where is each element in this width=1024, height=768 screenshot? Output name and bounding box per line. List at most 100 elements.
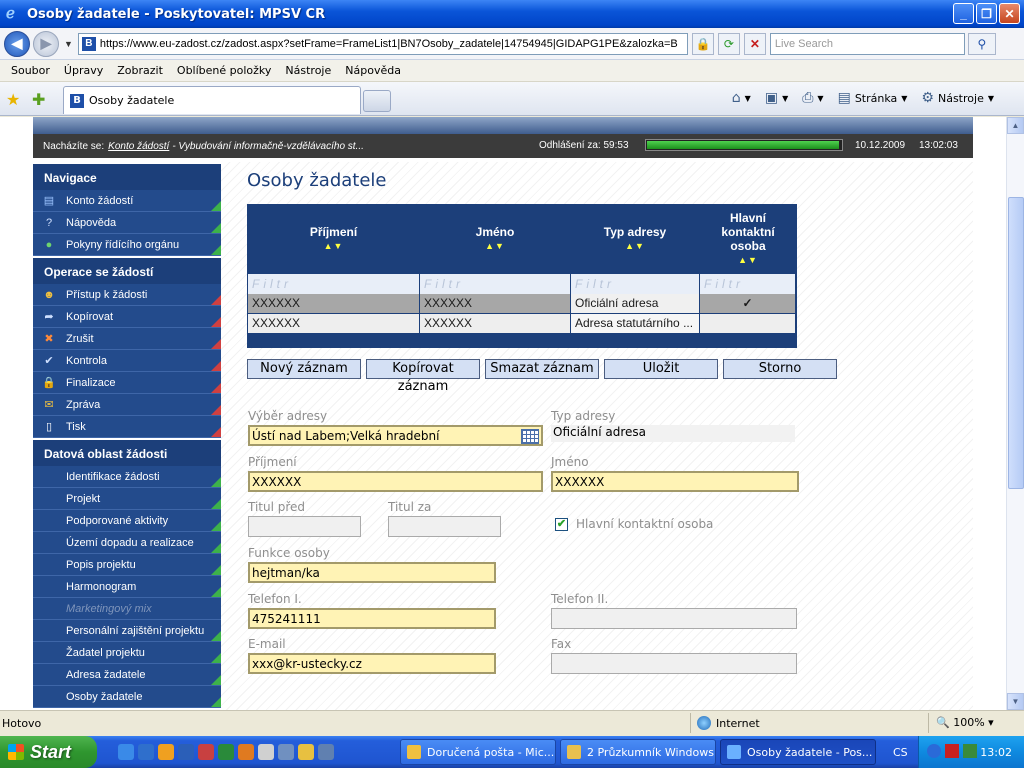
sort-arrows-icon[interactable]: ▲▼ bbox=[625, 241, 645, 251]
scroll-down-icon[interactable]: ▼ bbox=[1007, 693, 1024, 710]
email-input[interactable]: xxx@kr-ustecky.cz bbox=[248, 653, 496, 674]
forward-button[interactable]: ▶ bbox=[33, 30, 59, 57]
tab-osoby-zadatele[interactable]: B Osoby žadatele bbox=[63, 86, 361, 114]
sort-arrows-icon[interactable]: ▲▼ bbox=[485, 241, 505, 251]
tray-arrow-icon[interactable] bbox=[927, 744, 941, 758]
ie-alt-quicklaunch-icon[interactable] bbox=[138, 744, 154, 760]
add-favorite-icon[interactable]: ✚ bbox=[32, 90, 45, 110]
minimize-button[interactable]: _ bbox=[953, 3, 974, 24]
sidebar-item-kontrola[interactable]: ✔ Kontrola bbox=[33, 350, 221, 372]
filter-prijmeni[interactable]: Filtr bbox=[248, 274, 419, 294]
print-icon[interactable]: ⎙ bbox=[802, 90, 813, 106]
filter-hlavni[interactable]: Filtr bbox=[700, 274, 795, 294]
sidebar-item-identifikace[interactable]: Identifikace žádosti bbox=[33, 466, 221, 488]
page-dropdown-icon[interactable]: ▼ bbox=[901, 94, 907, 103]
sidebar-item-adresa[interactable]: Adresa žadatele bbox=[33, 664, 221, 686]
sidebar-item-pristup[interactable]: ☻ Přístup k žádosti bbox=[33, 284, 221, 306]
new-record-button[interactable]: Nový záznam bbox=[247, 359, 361, 379]
sidebar-item-tisk[interactable]: ▯ Tisk bbox=[33, 416, 221, 438]
save-button[interactable]: Uložit bbox=[604, 359, 718, 379]
sidebar-item-napoveda[interactable]: ? Nápověda bbox=[33, 212, 221, 234]
menu-oblibene[interactable]: Oblíbené položky bbox=[170, 64, 279, 77]
prijmeni-input[interactable]: XXXXXX bbox=[248, 471, 543, 492]
menu-soubor[interactable]: Soubor bbox=[4, 64, 57, 77]
task-ie[interactable]: Osoby žadatele - Pos... bbox=[720, 739, 876, 765]
sidebar-item-osoby[interactable]: Osoby žadatele bbox=[33, 686, 221, 708]
filter-jmeno[interactable]: Filtr bbox=[420, 274, 570, 294]
sidebar-item-konto[interactable]: ▤ Konto žádostí bbox=[33, 190, 221, 212]
menu-nastroje[interactable]: Nástroje bbox=[278, 64, 338, 77]
favorites-star-icon[interactable]: ★ bbox=[6, 90, 20, 110]
history-dropdown-icon[interactable]: ▼ bbox=[64, 39, 73, 49]
delete-record-button[interactable]: Smazat záznam bbox=[485, 359, 599, 379]
vertical-scrollbar[interactable]: ▲ ▼ bbox=[1006, 117, 1024, 710]
print-dropdown-icon[interactable]: ▼ bbox=[817, 94, 823, 103]
folder-quicklaunch-icon[interactable] bbox=[298, 744, 314, 760]
jmeno-input[interactable]: XXXXXX bbox=[551, 471, 799, 492]
col-header-prijmeni[interactable]: Příjmení ▲▼ bbox=[248, 204, 419, 272]
start-button[interactable]: Start bbox=[0, 736, 97, 768]
sidebar-item-projekt[interactable]: Projekt bbox=[33, 488, 221, 510]
ie-quicklaunch-icon[interactable] bbox=[118, 744, 134, 760]
sidebar-item-aktivity[interactable]: Podporované aktivity bbox=[33, 510, 221, 532]
zoom-control[interactable]: 🔍 100% ▾ bbox=[936, 716, 994, 729]
home-dropdown-icon[interactable]: ▼ bbox=[745, 94, 751, 103]
telefon2-input[interactable] bbox=[551, 608, 797, 629]
page-menu[interactable]: Stránka bbox=[855, 92, 897, 105]
col-header-typ[interactable]: Typ adresy ▲▼ bbox=[571, 204, 699, 272]
new-tab-button[interactable] bbox=[363, 90, 391, 112]
scroll-thumb[interactable] bbox=[1008, 197, 1024, 489]
close-button[interactable]: ✕ bbox=[999, 3, 1020, 24]
sidebar-item-zprava[interactable]: ✉ Zpráva bbox=[33, 394, 221, 416]
col-header-jmeno[interactable]: Jméno ▲▼ bbox=[420, 204, 570, 272]
network-tray-icon[interactable] bbox=[963, 744, 977, 758]
vyber-adresy-input[interactable]: Ústí nad Labem;Velká hradební bbox=[248, 425, 543, 446]
table-row[interactable]: XXXXXX XXXXXX Adresa statutárního ... bbox=[248, 314, 796, 333]
url-input[interactable]: B https://www.eu-zadost.cz/zadost.aspx?s… bbox=[77, 32, 688, 55]
outlook-quicklaunch-icon[interactable] bbox=[158, 744, 174, 760]
search-icon[interactable]: ⚲ bbox=[967, 32, 996, 55]
fax-input[interactable] bbox=[551, 653, 797, 674]
sidebar-item-uzemi[interactable]: Území dopadu a realizace bbox=[33, 532, 221, 554]
desktop-quicklaunch-icon[interactable] bbox=[278, 744, 294, 760]
language-indicator[interactable]: CS bbox=[893, 746, 908, 759]
menu-napoveda[interactable]: Nápověda bbox=[338, 64, 408, 77]
tools-dropdown-icon[interactable]: ▼ bbox=[988, 94, 994, 103]
sidebar-item-harmonogram[interactable]: Harmonogram bbox=[33, 576, 221, 598]
refresh-icon[interactable]: ⟳ bbox=[717, 32, 740, 55]
funkce-input[interactable]: hejtman/ka bbox=[248, 562, 496, 583]
task-explorer[interactable]: 2 Průzkumník Windows bbox=[560, 739, 716, 765]
back-button[interactable]: ◀ bbox=[4, 30, 30, 57]
hlavni-kontaktni-checkbox[interactable]: ✔ bbox=[555, 518, 568, 531]
sidebar-item-popis[interactable]: Popis projektu bbox=[33, 554, 221, 576]
lock-icon[interactable]: 🔒 bbox=[691, 32, 714, 55]
feeds-dropdown-icon[interactable]: ▼ bbox=[782, 94, 788, 103]
breadcrumb-link[interactable]: Konto žádostí bbox=[108, 141, 169, 152]
sidebar-item-finalizace[interactable]: 🔒 Finalizace bbox=[33, 372, 221, 394]
task-outlook[interactable]: Doručená pošta - Mic... bbox=[400, 739, 556, 765]
stop-icon[interactable]: ✕ bbox=[743, 32, 766, 55]
menu-zobrazit[interactable]: Zobrazit bbox=[110, 64, 170, 77]
search-input[interactable]: Live Search bbox=[769, 32, 965, 55]
telefon1-input[interactable]: 475241111 bbox=[248, 608, 496, 629]
sort-arrows-icon[interactable]: ▲▼ bbox=[324, 241, 344, 251]
sidebar-item-kopirovat[interactable]: ➦ Kopírovat bbox=[33, 306, 221, 328]
filter-typ[interactable]: Filtr bbox=[571, 274, 699, 294]
app2-quicklaunch-icon[interactable] bbox=[318, 744, 334, 760]
menu-upravy[interactable]: Úpravy bbox=[57, 64, 110, 77]
col-header-hlavni[interactable]: Hlavní kontaktní osoba ▲▼ bbox=[700, 204, 796, 272]
home-icon[interactable]: ⌂ bbox=[732, 90, 741, 106]
sidebar-item-zadatel[interactable]: Žadatel projektu bbox=[33, 642, 221, 664]
titul-pred-input[interactable] bbox=[248, 516, 361, 537]
sidebar-item-personalni[interactable]: Personální zajištění projektu bbox=[33, 620, 221, 642]
word-quicklaunch-icon[interactable] bbox=[178, 744, 194, 760]
app-quicklaunch-icon[interactable] bbox=[238, 744, 254, 760]
titul-za-input[interactable] bbox=[388, 516, 501, 537]
antivirus-tray-icon[interactable] bbox=[945, 744, 959, 758]
restore-button[interactable]: ❐ bbox=[976, 3, 997, 24]
sidebar-item-pokyny[interactable]: ● Pokyny řídícího orgánu bbox=[33, 234, 221, 256]
excel-quicklaunch-icon[interactable] bbox=[218, 744, 234, 760]
tools-menu[interactable]: Nástroje bbox=[938, 92, 984, 105]
feeds-icon[interactable]: ▣ bbox=[765, 90, 778, 106]
address-picker-icon[interactable] bbox=[521, 429, 539, 444]
